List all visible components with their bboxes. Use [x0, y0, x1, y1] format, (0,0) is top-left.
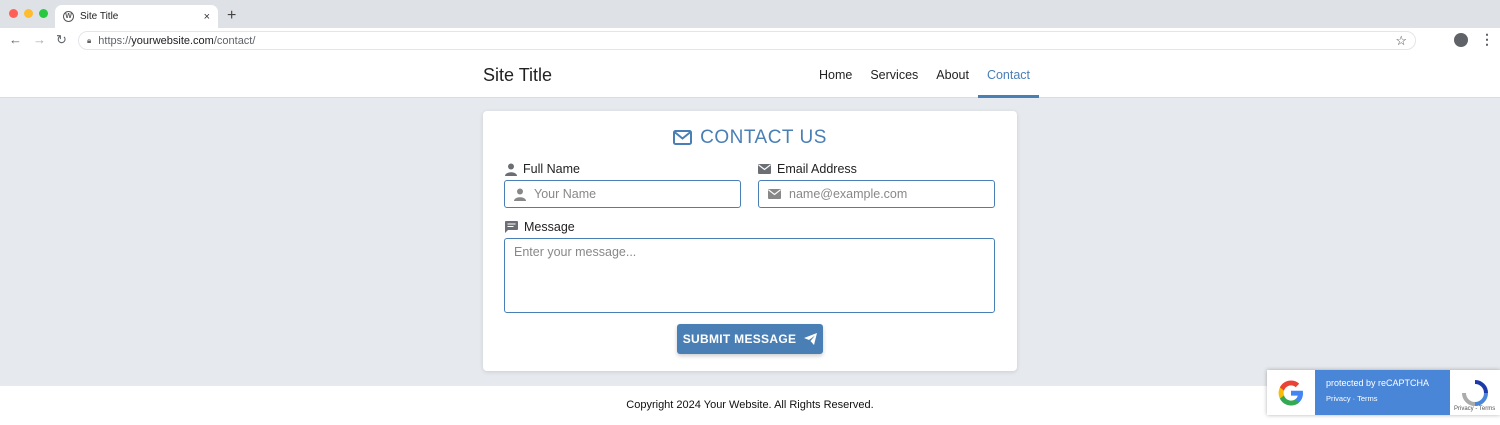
- contact-title-text: CONTACT US: [700, 127, 827, 148]
- reload-icon[interactable]: ↻: [56, 32, 67, 48]
- email-label-text: Email Address: [777, 162, 857, 176]
- contact-card: CONTACT US Full Name Your Name Email Add…: [483, 111, 1017, 371]
- nav-item-home[interactable]: Home: [810, 54, 861, 98]
- message-label: Message: [505, 220, 575, 234]
- main-nav: Home Services About Contact: [810, 54, 1040, 98]
- bookmark-star-icon[interactable]: ☆: [1395, 33, 1407, 49]
- recaptcha-info: protected by reCAPTCHA Privacy · Terms: [1315, 370, 1450, 415]
- browser-tab[interactable]: W Site Title ×: [55, 5, 218, 28]
- google-logo-icon: [1267, 370, 1315, 415]
- address-bar[interactable]: 🔒︎ https://yourwebsite.com/contact/ ☆: [78, 31, 1416, 50]
- email-label: Email Address: [758, 162, 857, 176]
- maximize-window-button[interactable]: [39, 9, 48, 18]
- email-input[interactable]: name@example.com: [758, 180, 995, 208]
- copyright-text: Copyright 2024 Your Website. All Rights …: [626, 399, 874, 411]
- envelope-icon: [768, 189, 781, 199]
- comment-icon: [505, 221, 518, 233]
- forward-arrow-icon[interactable]: →: [33, 32, 46, 47]
- back-arrow-icon[interactable]: ←: [9, 32, 22, 47]
- nav-item-about[interactable]: About: [927, 54, 978, 98]
- minimize-window-button[interactable]: [24, 9, 33, 18]
- tab-close-icon[interactable]: ×: [204, 11, 210, 23]
- wordpress-icon: W: [63, 11, 74, 22]
- submit-label: SUBMIT MESSAGE: [682, 332, 797, 346]
- lock-icon: 🔒︎: [87, 35, 92, 45]
- submit-message-button[interactable]: SUBMIT MESSAGE: [677, 324, 823, 354]
- recaptcha-arrows-icon: [1462, 379, 1488, 406]
- site-title[interactable]: Site Title: [483, 65, 552, 86]
- recaptcha-links[interactable]: Privacy · Terms: [1326, 394, 1439, 403]
- user-icon: [514, 188, 526, 201]
- browser-menu-icon[interactable]: ⋮: [1480, 31, 1494, 48]
- full-name-input[interactable]: Your Name: [504, 180, 741, 208]
- message-label-text: Message: [524, 220, 575, 234]
- recaptcha-logo: Privacy - Terms: [1450, 370, 1500, 415]
- paper-plane-icon: [804, 333, 818, 345]
- message-placeholder: Enter your message...: [514, 245, 637, 259]
- recaptcha-terms[interactable]: Privacy - Terms: [1454, 406, 1495, 412]
- url-host: yourwebsite.com: [131, 34, 214, 47]
- full-name-label: Full Name: [505, 162, 580, 176]
- profile-avatar-icon[interactable]: [1454, 33, 1468, 47]
- site-header: Site Title Home Services About Contact: [0, 54, 1500, 98]
- url-prefix: https://: [98, 34, 132, 47]
- envelope-icon: [758, 164, 771, 174]
- recaptcha-badge[interactable]: protected by reCAPTCHA Privacy · Terms P…: [1267, 370, 1500, 415]
- email-placeholder: name@example.com: [789, 187, 908, 201]
- url-path: /contact/: [213, 34, 256, 47]
- contact-title: CONTACT US: [483, 127, 1017, 149]
- nav-item-contact[interactable]: Contact: [977, 54, 1040, 98]
- window-controls: [9, 9, 48, 18]
- browser-chrome: W Site Title × + ← → ↻ 🔒︎ https://yourwe…: [0, 0, 1500, 54]
- envelope-icon: [673, 130, 693, 145]
- full-name-label-text: Full Name: [523, 162, 580, 176]
- browser-toolbar: ← → ↻ 🔒︎ https://yourwebsite.com/contact…: [0, 28, 1500, 54]
- user-icon: [505, 163, 517, 176]
- new-tab-button[interactable]: +: [227, 7, 236, 25]
- recaptcha-protected-text: protected by reCAPTCHA: [1326, 378, 1430, 388]
- nav-item-services[interactable]: Services: [861, 54, 927, 98]
- tab-title: Site Title: [80, 11, 119, 22]
- message-textarea[interactable]: Enter your message...: [504, 238, 995, 313]
- full-name-placeholder: Your Name: [534, 187, 597, 201]
- close-window-button[interactable]: [9, 9, 18, 18]
